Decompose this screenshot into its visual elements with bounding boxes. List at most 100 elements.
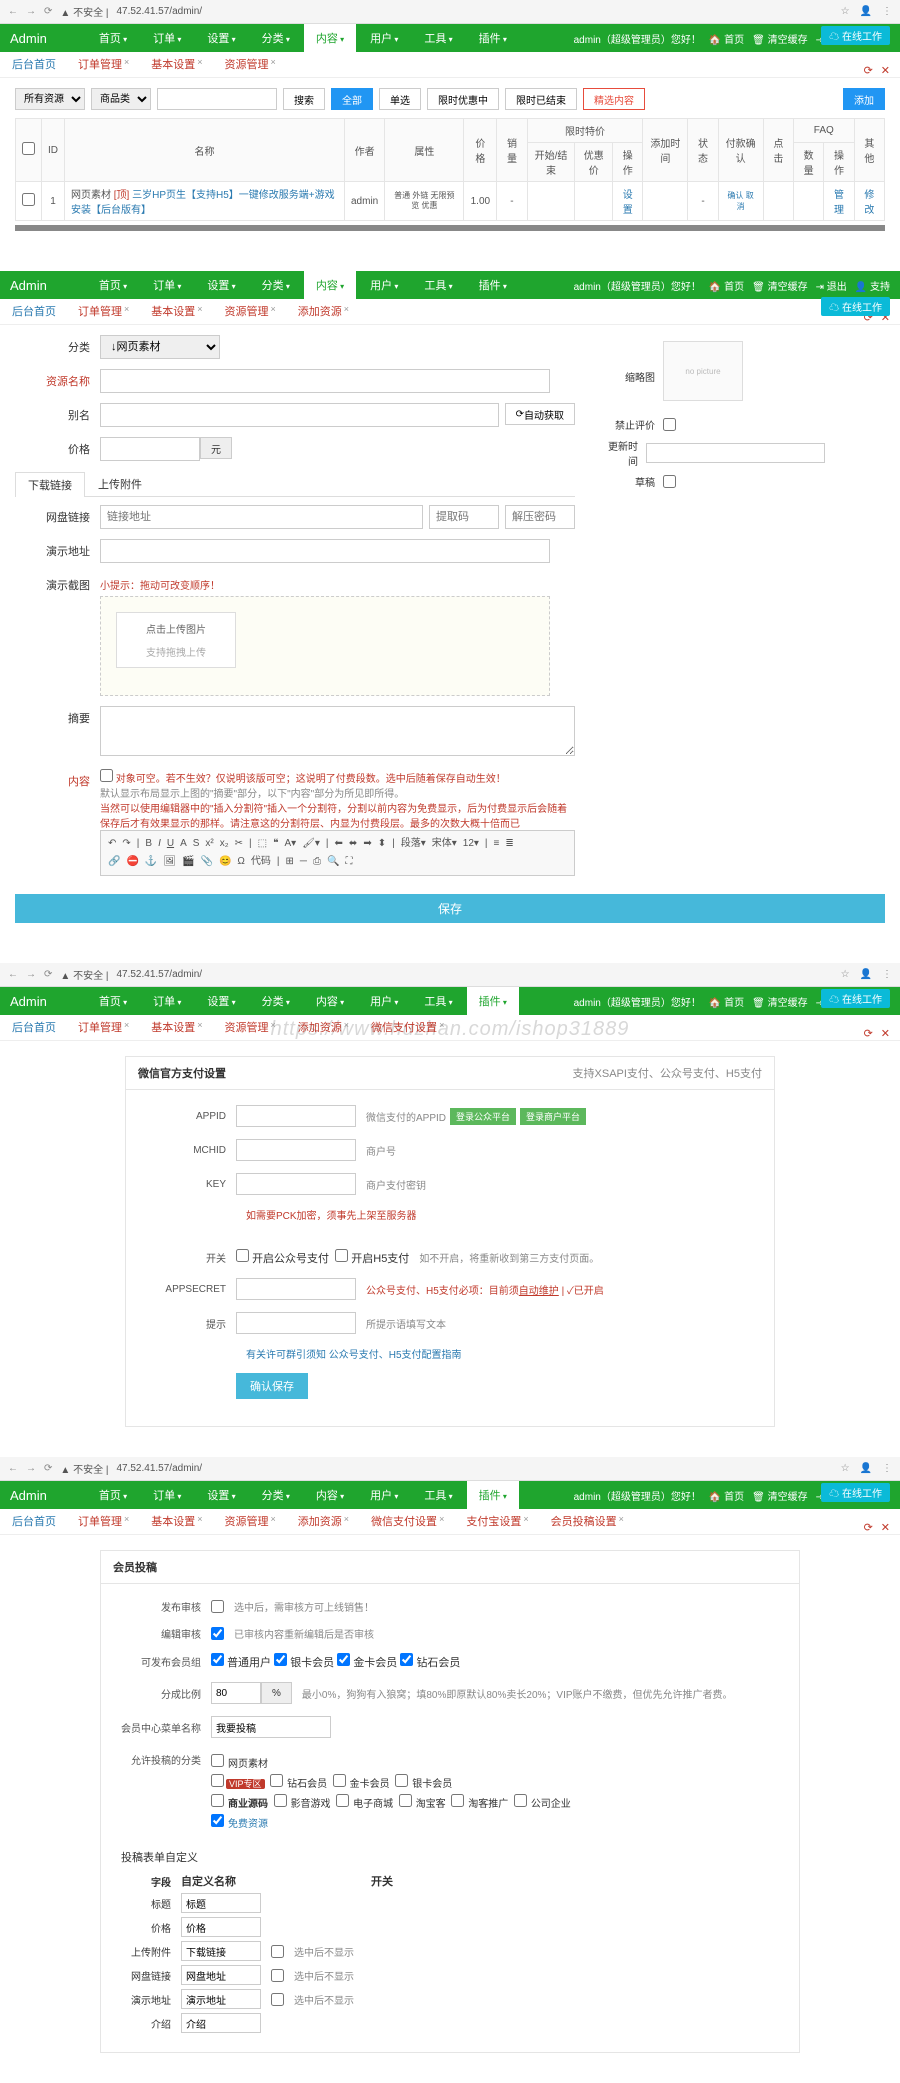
filter-all[interactable]: 全部 <box>331 88 373 110</box>
tab-resource[interactable]: 资源管理× <box>223 298 278 324</box>
thumbnail-box[interactable]: no picture <box>663 341 743 401</box>
ratio-input[interactable] <box>211 1682 261 1704</box>
login-mch-btn[interactable]: 登录商户平台 <box>520 1108 586 1125</box>
appsecret-input[interactable] <box>236 1278 356 1300</box>
f-netdisk[interactable] <box>181 1965 261 1985</box>
filter-featured[interactable]: 精选内容 <box>583 88 645 110</box>
f-demo[interactable] <box>181 1989 261 2009</box>
link-cache[interactable]: 🗑 清空缓存 <box>752 31 807 46</box>
rich-editor-toolbar[interactable]: ↶↷|BIUASx²x₂✂|⬚❝A▾🖌▾|⬅⬌➡⬍|段落▾宋体▾12▾|≡≣ 🔗… <box>100 830 575 876</box>
search-input[interactable] <box>157 88 277 110</box>
link-home[interactable]: 🏠 首页 <box>709 31 744 46</box>
netdisk-url[interactable] <box>100 505 423 529</box>
limit-op[interactable]: 设置 <box>623 190 633 216</box>
menu-content[interactable]: 内容 <box>304 271 356 299</box>
menu-content[interactable]: 内容 <box>304 24 356 52</box>
row-checkbox[interactable] <box>22 193 35 206</box>
menu-user[interactable]: 用户 <box>358 271 410 299</box>
url-bar[interactable]: 47.52.41.57/admin/ <box>116 6 832 17</box>
netdisk-pwd[interactable] <box>505 505 575 529</box>
cat-select[interactable]: ↓网页素材 <box>100 335 220 359</box>
menu-category[interactable]: 分类 <box>250 24 302 52</box>
publish-check[interactable] <box>211 1600 224 1613</box>
netdisk-code[interactable] <box>429 505 499 529</box>
upload-area[interactable]: 点击上传图片 支持拖拽上传 <box>100 596 550 696</box>
tab-add[interactable]: 添加资源× <box>296 298 351 324</box>
cat-check[interactable] <box>211 1774 224 1787</box>
f-title[interactable] <box>181 1893 261 1913</box>
menu-plugin[interactable]: 插件 <box>467 987 519 1015</box>
price-input[interactable] <box>100 437 200 461</box>
close-all-icon[interactable]: ✕ <box>881 64 890 77</box>
filter-single[interactable]: 单选 <box>379 88 421 110</box>
row-edit[interactable]: 修改 <box>864 190 874 216</box>
row-title-link[interactable]: [顶] 三岁HP页生【支持H5】一键修改服务端+游戏安装【后台版有】 <box>71 190 335 216</box>
name-input[interactable] <box>100 369 550 393</box>
tab-dashboard[interactable]: 后台首页 <box>10 51 58 77</box>
switch-h5[interactable] <box>335 1249 348 1262</box>
filter-cat[interactable]: 商品类 <box>91 88 151 110</box>
add-btn[interactable]: 添加 <box>843 88 885 110</box>
menu-order[interactable]: 订单 <box>141 271 193 299</box>
more-icon[interactable]: ⋮ <box>882 6 892 17</box>
update-time[interactable] <box>646 443 825 463</box>
tab-order[interactable]: 订单管理× <box>76 51 131 77</box>
filter-ended[interactable]: 限时已结束 <box>505 88 577 110</box>
f-intro[interactable] <box>181 2013 261 2033</box>
filter-type[interactable]: 所有资源 <box>15 88 85 110</box>
tab-basic[interactable]: 基本设置× <box>149 298 204 324</box>
menu-order[interactable]: 订单 <box>141 24 193 52</box>
tab-resource[interactable]: 资源管理× <box>223 51 278 77</box>
pay-confirm[interactable]: 确认 取消 <box>728 191 754 211</box>
menuname-input[interactable] <box>211 1716 331 1738</box>
menu-setting[interactable]: 设置 <box>195 271 247 299</box>
content-check[interactable] <box>100 769 113 782</box>
save-button[interactable]: 保存 <box>15 894 885 923</box>
menu-category[interactable]: 分类 <box>250 271 302 299</box>
filter-limit[interactable]: 限时优惠中 <box>427 88 499 110</box>
menu-home[interactable]: 首页 <box>87 271 139 299</box>
menu-tool[interactable]: 工具 <box>412 271 464 299</box>
draft-check[interactable] <box>663 475 676 488</box>
alias-auto-btn[interactable]: ⟳ 自动获取 <box>505 403 575 425</box>
search-btn[interactable]: 搜索 <box>283 88 325 110</box>
tab-upload[interactable]: 上传附件 <box>85 471 155 496</box>
forbid-check[interactable] <box>663 418 676 431</box>
wechat-save-btn[interactable]: 确认保存 <box>236 1373 308 1399</box>
key-input[interactable] <box>236 1173 356 1195</box>
menu-user[interactable]: 用户 <box>358 24 410 52</box>
back-icon[interactable]: ← <box>8 6 18 17</box>
prompt-input[interactable] <box>236 1312 356 1334</box>
close-icon[interactable]: × <box>124 57 129 67</box>
select-all[interactable] <box>22 142 35 155</box>
scrollbar[interactable] <box>15 225 885 231</box>
menu-setting[interactable]: 设置 <box>195 24 247 52</box>
mchid-input[interactable] <box>236 1139 356 1161</box>
f-upload[interactable] <box>181 1941 261 1961</box>
tab-download[interactable]: 下载链接 <box>15 472 85 497</box>
refresh-icon[interactable]: ⟳ <box>864 64 873 77</box>
float-online-btn[interactable]: ☁ 在线工作 <box>821 26 890 45</box>
appid-input[interactable] <box>236 1105 356 1127</box>
summary-input[interactable] <box>100 706 575 756</box>
reload-icon[interactable]: ⟳ <box>44 6 52 17</box>
forward-icon[interactable]: → <box>26 6 36 17</box>
f-price[interactable] <box>181 1917 261 1937</box>
star-icon[interactable]: ☆ <box>841 6 850 17</box>
cat-check[interactable] <box>211 1754 224 1767</box>
menu-home[interactable]: 首页 <box>87 24 139 52</box>
auto-maintain-link[interactable]: 自动维护 <box>519 1286 559 1297</box>
menu-plugin[interactable]: 插件 <box>467 271 519 299</box>
edit-check[interactable] <box>211 1627 224 1640</box>
float-online-btn[interactable]: ☁ 在线工作 <box>821 297 890 316</box>
menu-tool[interactable]: 工具 <box>412 24 464 52</box>
tab-basic[interactable]: 基本设置× <box>149 51 204 77</box>
user-icon[interactable]: 👤 <box>860 6 872 17</box>
menu-plugin[interactable]: 插件 <box>467 24 519 52</box>
cat-check[interactable] <box>211 1794 224 1807</box>
close-icon[interactable]: × <box>197 57 202 67</box>
faq-manage[interactable]: 管理 <box>834 190 844 216</box>
demo-input[interactable] <box>100 539 550 563</box>
cat-check[interactable] <box>211 1814 224 1827</box>
alias-input[interactable] <box>100 403 499 427</box>
